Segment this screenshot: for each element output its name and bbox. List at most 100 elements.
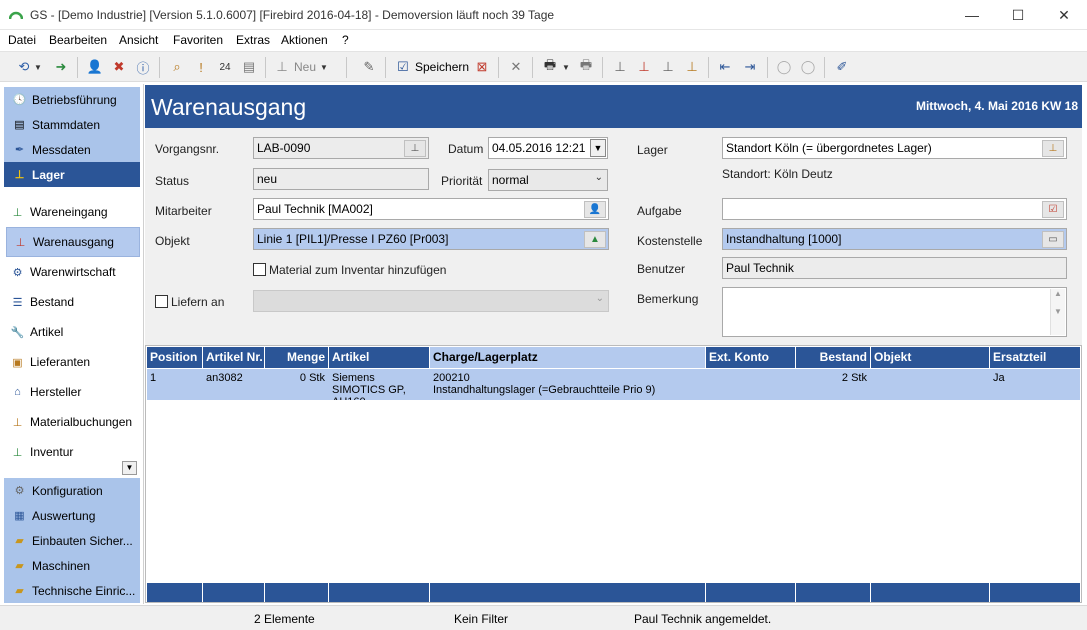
cancel-icon[interactable]: ✕ xyxy=(506,57,526,77)
sidebar-category-messdaten[interactable]: ✒ Messdaten xyxy=(4,137,140,162)
column-header-ext-konto[interactable]: Ext. Konto xyxy=(706,347,795,368)
liefern-an-checkbox[interactable] xyxy=(155,295,168,308)
forward-icon[interactable]: ➜ xyxy=(51,57,71,77)
circle-icon[interactable]: ◯ xyxy=(798,57,818,77)
chat-icon[interactable]: ▤ xyxy=(239,57,259,77)
column-header-ersatzteil[interactable]: Ersatzteil xyxy=(990,347,1080,368)
cost-center-lookup-icon[interactable]: ▭ xyxy=(1042,231,1064,248)
new-icon[interactable]: ⊥ xyxy=(272,57,292,77)
booking-return-icon[interactable]: ⊥ xyxy=(658,57,678,77)
objekt-field[interactable]: Linie 1 [PIL1]/Presse I PZ60 [Pr003] ▲ xyxy=(253,228,609,250)
save-close-icon[interactable]: ⊠ xyxy=(472,57,492,77)
sidebar-item-lieferanten[interactable]: ▣ Lieferanten xyxy=(4,347,140,377)
minimize-button[interactable]: — xyxy=(949,0,995,30)
datum-field[interactable]: 04.05.2016 12:21 ▼ xyxy=(488,137,608,159)
warehouse-lookup-icon[interactable]: ⊥ xyxy=(1042,140,1064,157)
status-field[interactable]: neu xyxy=(253,168,429,190)
new-dropdown-icon[interactable]: ▼ xyxy=(319,57,329,77)
move-right-icon[interactable]: ⇥ xyxy=(740,57,760,77)
sidebar-category-konfiguration[interactable]: ⚙ Konfiguration xyxy=(4,478,140,503)
menu-ansicht[interactable]: Ansicht xyxy=(119,33,158,47)
column-header-objekt[interactable]: Objekt xyxy=(871,347,989,368)
column-header-bestand[interactable]: Bestand xyxy=(796,347,870,368)
material-inventar-checkbox[interactable] xyxy=(253,263,266,276)
new-button-label[interactable]: Neu xyxy=(294,60,316,74)
task-lookup-icon[interactable]: ☑ xyxy=(1042,201,1064,218)
sidebar-scroll-down-icon[interactable]: ▼ xyxy=(122,461,137,475)
back-dropdown-icon[interactable]: ▼ xyxy=(33,57,43,77)
form-panel: Vorgangsnr. LAB-0090 ⊥ Datum 04.05.2016 … xyxy=(145,128,1082,345)
user-info-icon[interactable]: ⓘ xyxy=(133,57,153,77)
vorgangsnr-value: LAB-0090 xyxy=(257,141,311,155)
menu-bearbeiten[interactable]: Bearbeiten xyxy=(49,33,107,47)
mitarbeiter-field[interactable]: Paul Technik [MA002] 👤 xyxy=(253,198,609,220)
kostenstelle-field[interactable]: Instandhaltung [1000] ▭ xyxy=(722,228,1067,250)
print-icon[interactable]: 🖶 xyxy=(540,57,560,77)
sidebar-category-lager[interactable]: ⊥ Lager xyxy=(4,162,140,187)
textarea-scrollbar[interactable]: ▲ ▼ xyxy=(1050,289,1065,335)
toolbar: ⟲ ▼ ➜ 👤 ✖ ⓘ ⌕ ! 24 ▤ ⊥ Neu ▼ ✎ ☑ Speiche… xyxy=(0,51,1087,82)
sidebar-category-stammdaten[interactable]: ▤ Stammdaten xyxy=(4,112,140,137)
lager-field[interactable]: Standort Köln (= übergordnetes Lager) ⊥ xyxy=(722,137,1067,159)
move-left-icon[interactable]: ⇤ xyxy=(715,57,735,77)
sidebar-category-einbauten[interactable]: ▰ Einbauten Sicher... xyxy=(4,528,140,553)
aufgabe-field[interactable]: ☑ xyxy=(722,198,1067,220)
sidebar-item-warenausgang[interactable]: ⊥ Warenausgang xyxy=(6,227,140,257)
object-lookup-icon[interactable]: ▲ xyxy=(584,231,606,248)
save-button-label[interactable]: Speichern xyxy=(415,60,469,74)
document-alert-icon[interactable]: ! xyxy=(191,57,211,77)
print-dropdown-icon[interactable]: ▼ xyxy=(561,57,571,77)
close-button[interactable]: ✕ xyxy=(1041,0,1087,30)
menu-aktionen[interactable]: Aktionen xyxy=(281,33,328,47)
column-header-charge[interactable]: Charge/Lagerplatz xyxy=(430,347,705,368)
column-header-artikel[interactable]: Artikel xyxy=(329,347,429,368)
maximize-button[interactable]: ☐ xyxy=(995,0,1041,30)
menu-extras[interactable]: Extras xyxy=(236,33,270,47)
booking-icon[interactable]: ⊥ xyxy=(610,57,630,77)
back-icon[interactable]: ⟲ xyxy=(14,57,34,77)
sidebar-category-technische[interactable]: ▰ Technische Einric... xyxy=(4,578,140,603)
save-icon[interactable]: ☑ xyxy=(393,57,413,77)
calendar-dropdown-icon[interactable]: ▼ xyxy=(590,139,606,157)
sidebar-item-materialbuchungen[interactable]: ⊥ Materialbuchungen xyxy=(4,407,140,437)
column-header-artikel-nr[interactable]: Artikel Nr. xyxy=(203,347,264,368)
bemerkung-textarea[interactable]: ▲ ▼ xyxy=(722,287,1067,337)
circle-icon[interactable]: ◯ xyxy=(774,57,794,77)
edit-icon[interactable]: ✎ xyxy=(359,57,379,77)
report-icon: ▦ xyxy=(14,510,25,522)
booking-cancel-icon[interactable]: ⊥ xyxy=(634,57,654,77)
sidebar-item-wareneingang[interactable]: ⊥ Wareneingang xyxy=(4,197,140,227)
booking-lock-icon[interactable]: ⊥ xyxy=(682,57,702,77)
menu-help[interactable]: ? xyxy=(342,33,349,47)
menu-datei[interactable]: Datei xyxy=(8,33,36,47)
sidebar-category-auswertung[interactable]: ▦ Auswertung xyxy=(4,503,140,528)
sidebar-category-betriebsfuehrung[interactable]: 🕓 Betriebsführung xyxy=(4,87,140,112)
user-delete-icon[interactable]: ✖ xyxy=(109,57,129,77)
sidebar-item-bestand[interactable]: ☰ Bestand xyxy=(4,287,140,317)
column-header-position[interactable]: Position xyxy=(147,347,202,368)
menu-favoriten[interactable]: Favoriten xyxy=(173,33,223,47)
toolbar-separator xyxy=(385,57,386,78)
lookup-icon[interactable]: ⊥ xyxy=(404,140,426,157)
vorgangsnr-field[interactable]: LAB-0090 ⊥ xyxy=(253,137,429,159)
sidebar-category-maschinen[interactable]: ▰ Maschinen xyxy=(4,553,140,578)
search-icon[interactable]: ⌕ xyxy=(167,57,187,77)
calendar-24-icon[interactable]: 24 xyxy=(215,57,235,77)
sidebar-item-hersteller[interactable]: ⌂ Hersteller xyxy=(4,377,140,407)
sidebar-item-inventur[interactable]: ⊥ Inventur xyxy=(4,437,140,467)
sidebar-item-warenwirtschaft[interactable]: ⚙ Warenwirtschaft xyxy=(4,257,140,287)
user-icon[interactable]: 👤 xyxy=(85,57,105,77)
column-header-menge[interactable]: Menge xyxy=(265,347,328,368)
sidebar-item-label: Artikel xyxy=(30,325,64,339)
booking-icon: ⊥ xyxy=(12,416,23,429)
print-preview-icon[interactable]: 🖶 xyxy=(576,57,596,77)
benutzer-value: Paul Technik xyxy=(726,261,794,275)
sidebar-item-artikel[interactable]: 🔧 Artikel xyxy=(4,317,140,347)
sidebar-item-label: Lieferanten xyxy=(30,355,91,369)
tools-icon[interactable]: ✐ xyxy=(832,57,852,77)
table-row[interactable]: 1 an3082 0 Stk Siemens SIMOTICS GP, AH16… xyxy=(147,369,1080,400)
prioritaet-select[interactable]: normal ⌄ xyxy=(488,169,608,191)
person-lookup-icon[interactable]: 👤 xyxy=(584,201,606,218)
standort-text: Standort: Köln Deutz xyxy=(722,167,833,181)
datum-label: Datum xyxy=(448,142,484,156)
